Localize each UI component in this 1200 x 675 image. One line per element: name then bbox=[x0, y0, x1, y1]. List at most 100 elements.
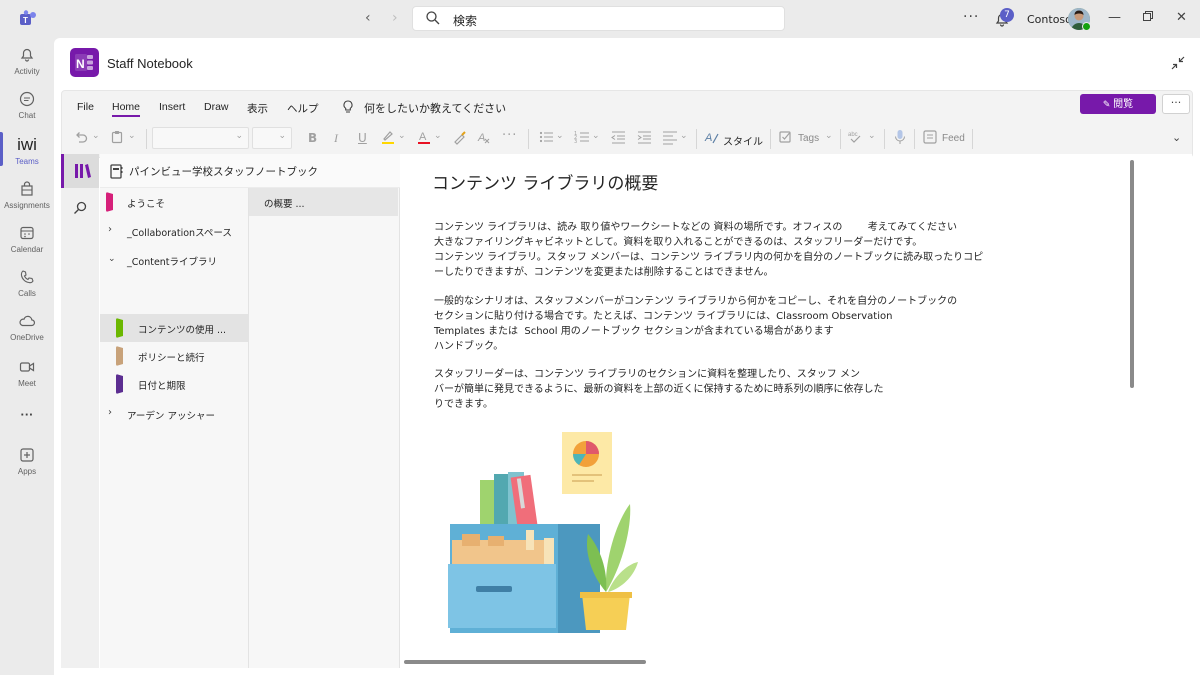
more-formatting-icon[interactable]: ··· bbox=[502, 128, 517, 143]
horizontal-scrollbar[interactable] bbox=[404, 660, 646, 664]
view-button[interactable]: ✎ 閲覧 bbox=[1080, 94, 1156, 114]
tab-insert[interactable]: Insert bbox=[159, 101, 185, 113]
numbering-dropdown-icon[interactable]: ⌄ bbox=[592, 131, 600, 141]
feed-icon[interactable] bbox=[922, 129, 938, 148]
rail-item-more[interactable]: ··· bbox=[0, 404, 54, 422]
clear-formatting-icon[interactable]: A bbox=[476, 129, 492, 148]
rail-item-calendar[interactable]: Calendar bbox=[0, 224, 54, 254]
rail-item-activity[interactable]: Activity bbox=[0, 46, 54, 76]
section-item[interactable]: コンテンツの使用 ... bbox=[100, 314, 249, 342]
clipboard-dropdown-icon[interactable]: ⌄ bbox=[128, 131, 136, 141]
align-dropdown-icon[interactable]: ⌄ bbox=[680, 131, 688, 141]
tag-checkbox-icon[interactable] bbox=[778, 129, 794, 148]
section-item[interactable]: 日付と期限 bbox=[100, 370, 249, 398]
tags-label[interactable]: Tags bbox=[798, 133, 819, 144]
highlight-dropdown-icon[interactable]: ⌄ bbox=[398, 131, 406, 141]
bold-icon[interactable]: B bbox=[308, 131, 317, 145]
rail-label: Teams bbox=[15, 157, 39, 166]
ribbon-more-button[interactable]: ··· bbox=[1162, 94, 1190, 114]
undo-icon[interactable] bbox=[74, 130, 88, 147]
spelling-icon[interactable]: abc bbox=[848, 129, 866, 148]
underline-icon[interactable]: U bbox=[358, 131, 367, 145]
decrease-indent-icon[interactable] bbox=[610, 129, 626, 148]
paragraph-line[interactable]: ーしたりできますが、コンテンツを変更または削除することはできません。 bbox=[434, 265, 774, 280]
rail-item-meet[interactable]: Meet bbox=[0, 358, 54, 388]
org-name[interactable]: Contoso bbox=[1027, 13, 1072, 26]
format-painter-icon[interactable] bbox=[452, 129, 468, 148]
rail-item-onedrive[interactable]: OneDrive bbox=[0, 312, 54, 342]
numbering-icon[interactable]: 123 bbox=[574, 129, 590, 148]
svg-text:3: 3 bbox=[574, 139, 577, 145]
paragraph-line[interactable]: コンテンツ ライブラリは、読み 取り値やワークシートなどの 資料の場所です。オフ… bbox=[434, 220, 957, 235]
paragraph-line[interactable]: ハンドブック。 bbox=[434, 339, 503, 354]
rail-item-apps[interactable]: Apps bbox=[0, 446, 54, 476]
section-group-item[interactable]: › _Collaborationスペース bbox=[100, 217, 249, 245]
tell-me-input[interactable]: 何をしたいか教えてください bbox=[364, 100, 506, 116]
tab-view[interactable]: 表示 bbox=[247, 101, 268, 116]
expand-ribbon-chevron-icon[interactable]: ⌄ bbox=[1172, 131, 1181, 144]
tags-dropdown-icon[interactable]: ⌄ bbox=[825, 131, 833, 141]
rail-item-chat[interactable]: Chat bbox=[0, 90, 54, 120]
vertical-scrollbar[interactable] bbox=[1130, 160, 1134, 388]
bell-icon bbox=[18, 46, 36, 64]
undo-dropdown-icon[interactable]: ⌄ bbox=[92, 131, 100, 141]
paragraph-line[interactable]: Templates または School 用のノートブック セクションが含まれて… bbox=[434, 324, 834, 339]
bullets-dropdown-icon[interactable]: ⌄ bbox=[556, 131, 564, 141]
font-size-dropdown[interactable]: ⌄ bbox=[252, 127, 292, 149]
section-label: ポリシーと続行 bbox=[138, 353, 205, 364]
notebook-nav-column bbox=[61, 154, 99, 668]
rail-label: Assignments bbox=[4, 201, 50, 210]
styles-label[interactable]: スタイル bbox=[723, 133, 763, 148]
paragraph-line[interactable]: 大きなファイリングキャビネットとして。資料を取り入れることができるのは、スタッフ… bbox=[434, 235, 922, 250]
spelling-dropdown-icon[interactable]: ⌄ bbox=[868, 131, 876, 141]
dictate-microphone-icon[interactable] bbox=[892, 129, 908, 148]
feed-label[interactable]: Feed bbox=[942, 133, 965, 144]
chat-icon bbox=[18, 90, 36, 108]
close-icon[interactable]: ✕ bbox=[1176, 10, 1187, 25]
back-arrow-icon[interactable]: ‹ bbox=[365, 10, 371, 26]
italic-icon[interactable]: I bbox=[334, 131, 338, 146]
restore-icon[interactable] bbox=[1143, 10, 1153, 25]
page-item[interactable]: の概要 ... bbox=[249, 188, 398, 216]
paragraph-line[interactable]: スタッフリーダーは、コンテンツ ライブラリのセクションに資料を整理したり、スタッ… bbox=[434, 367, 860, 382]
tab-file[interactable]: File bbox=[77, 101, 94, 113]
more-options-icon[interactable]: ··· bbox=[963, 9, 979, 25]
collapse-icon[interactable] bbox=[1171, 55, 1185, 74]
section-item[interactable]: ようこそ bbox=[100, 188, 249, 216]
paragraph-line[interactable]: コンテンツ ライブラリ。スタッフ メンバーは、コンテンツ ライブラリ内の何かを自… bbox=[434, 250, 983, 265]
section-group-item[interactable]: ⌄ _Contentライブラリ bbox=[100, 246, 249, 274]
clipboard-icon[interactable] bbox=[110, 130, 124, 147]
page-title[interactable]: コンテンツ ライブラリの概要 bbox=[432, 169, 658, 194]
notebooks-library-icon[interactable] bbox=[61, 154, 99, 188]
minimize-icon[interactable]: — bbox=[1108, 10, 1121, 25]
section-color-tab bbox=[116, 318, 123, 338]
section-group-item[interactable]: › アーデン アッシャー bbox=[100, 400, 249, 428]
tab-draw[interactable]: Draw bbox=[204, 101, 229, 113]
paragraph-line[interactable]: りできます。 bbox=[434, 397, 493, 412]
font-family-dropdown[interactable]: ⌄ bbox=[152, 127, 249, 149]
paragraph-line[interactable]: バーが簡単に発見できるように、最新の資料を上部の近くに保持するために時系列の順序… bbox=[434, 382, 884, 397]
notebook-search-icon[interactable] bbox=[73, 200, 87, 219]
bullets-icon[interactable] bbox=[538, 129, 554, 148]
search-input[interactable]: 検索 bbox=[412, 6, 785, 31]
more-icon: ··· bbox=[20, 407, 34, 422]
tab-help[interactable]: ヘルプ bbox=[287, 101, 319, 116]
forward-arrow-icon[interactable]: › bbox=[392, 10, 398, 26]
rail-label: Apps bbox=[17, 467, 37, 476]
font-color-icon[interactable]: A bbox=[416, 129, 432, 148]
teams-logo-icon[interactable]: T bbox=[18, 9, 38, 29]
align-icon[interactable] bbox=[662, 129, 678, 148]
paragraph-line[interactable]: 一般的なシナリオは、スタッフメンバーがコンテンツ ライブラリから何かをコピーし、… bbox=[434, 294, 957, 309]
notebook-header[interactable]: パインビュー学校スタッフノートブック bbox=[100, 154, 400, 188]
styles-icon[interactable]: A bbox=[704, 129, 720, 148]
increase-indent-icon[interactable] bbox=[636, 129, 652, 148]
tab-home[interactable]: Home bbox=[112, 101, 141, 117]
section-item[interactable]: ポリシーと続行 bbox=[100, 342, 249, 370]
app-rail: Activity Chat iwi Teams Assignments Cale… bbox=[0, 38, 54, 675]
highlighter-icon[interactable] bbox=[380, 129, 396, 148]
rail-item-teams[interactable]: iwi Teams bbox=[0, 136, 54, 167]
paragraph-line[interactable]: セクションに貼り付ける場合です。たとえば、コンテンツ ライブラリには、Class… bbox=[434, 309, 892, 324]
font-color-dropdown-icon[interactable]: ⌄ bbox=[434, 131, 442, 141]
rail-item-assignments[interactable]: Assignments bbox=[0, 180, 54, 210]
rail-item-calls[interactable]: Calls bbox=[0, 268, 54, 298]
